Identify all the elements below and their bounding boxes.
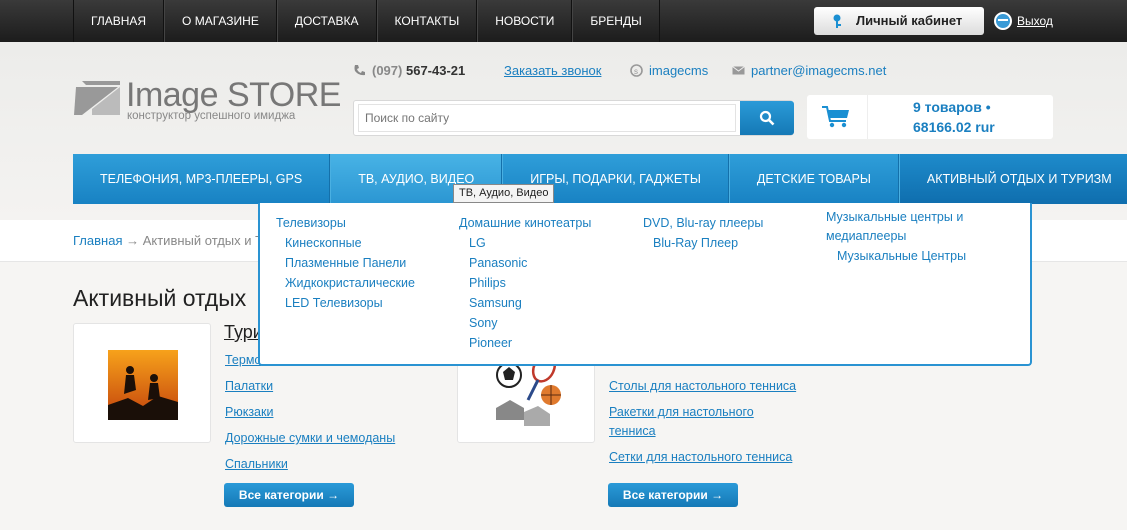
dropdown-item[interactable]: Sony	[469, 316, 498, 330]
cart-sum: 68166.02 rur	[913, 119, 995, 135]
nav-tooltip: ТВ, Аудио, Видео	[453, 184, 555, 203]
topnav-news[interactable]: НОВОСТИ	[477, 0, 573, 42]
dropdown-heading[interactable]: Домашние кинотеатры	[459, 216, 591, 230]
cart-widget[interactable]: 9 товаров • 68166.02 rur	[807, 95, 1053, 139]
dropdown-item[interactable]: Pioneer	[469, 336, 512, 350]
key-icon	[833, 14, 841, 28]
subcat-link[interactable]: Термо	[225, 353, 261, 367]
phone-code: (097)	[372, 63, 403, 78]
email-label: partner@imagecms.net	[751, 63, 887, 78]
topnav-about[interactable]: О МАГАЗИНЕ	[164, 0, 277, 42]
cabinet-label: Личный кабинет	[856, 13, 963, 28]
cart-divider	[867, 95, 868, 139]
topnav-brands[interactable]: БРЕНДЫ	[572, 0, 660, 42]
subcat-link[interactable]: Дорожные сумки и чемоданы	[225, 431, 395, 445]
search-icon	[759, 110, 775, 126]
skype-label: imagecms	[649, 63, 709, 78]
search-input[interactable]	[358, 104, 736, 132]
dropdown-heading-continued[interactable]: медиаплееры	[826, 229, 906, 243]
page-title: Активный отдых	[73, 285, 247, 311]
subcat-link[interactable]: Спальники	[225, 457, 288, 471]
skype-contact[interactable]: s imagecms	[630, 63, 708, 81]
subcat-link-continued[interactable]: тенниса	[609, 424, 656, 438]
subcat-link[interactable]: Столы для настольного тенниса	[609, 379, 796, 393]
dropdown-heading[interactable]: Музыкальные центры и	[826, 210, 963, 224]
breadcrumb-home[interactable]: Главная	[73, 233, 122, 248]
phone-icon	[354, 65, 365, 76]
dropdown-menu-tv: Телевизоры Кинескопные Плазменные Панели…	[258, 203, 1032, 366]
phone: (097) 567-43-21	[353, 63, 465, 81]
mail-icon	[732, 66, 745, 75]
dropdown-heading[interactable]: DVD, Blu-ray плееры	[643, 216, 763, 230]
subcat-link[interactable]: Рюкзаки	[225, 405, 273, 419]
all-categories-button[interactable]: Все категории →	[608, 483, 738, 507]
topnav-home[interactable]: ГЛАВНАЯ	[73, 0, 165, 42]
dropdown-item[interactable]: Музыкальные Центры	[837, 249, 966, 263]
cart-icon	[822, 106, 849, 128]
phone-number: 567-43-21	[405, 63, 466, 78]
logo[interactable]: Image STORE конструктор успешного имиджа	[72, 76, 341, 126]
all-categories-button[interactable]: Все категории →	[224, 483, 354, 507]
topnav-contacts[interactable]: КОНТАКТЫ	[376, 0, 478, 42]
logout-label: Выход	[1017, 14, 1053, 28]
dropdown-item[interactable]: Samsung	[469, 296, 522, 310]
nav-kids[interactable]: ДЕТСКИЕ ТОВАРЫ	[728, 154, 899, 204]
breadcrumb: Главная → Активный отдых и Т	[73, 233, 263, 248]
dropdown-item[interactable]: Panasonic	[469, 256, 527, 270]
cart-count: 9 товаров •	[913, 99, 991, 115]
dropdown-item[interactable]: Blu-Ray Плеер	[653, 236, 738, 250]
dropdown-heading[interactable]: Телевизоры	[276, 216, 346, 230]
subcat-link[interactable]: Ракетки для настольного	[609, 405, 754, 419]
hikers-image	[108, 350, 178, 420]
subcat-link[interactable]: Палатки	[225, 379, 273, 393]
top-nav: ГЛАВНАЯ О МАГАЗИНЕ ДОСТАВКА КОНТАКТЫ НОВ…	[73, 0, 660, 42]
personal-cabinet-button[interactable]: Личный кабинет	[814, 7, 984, 35]
nav-active-rest[interactable]: АКТИВНЫЙ ОТДЫХ И ТУРИЗМ	[898, 154, 1127, 204]
dropdown-item[interactable]: LED Телевизоры	[285, 296, 383, 310]
top-bar: ГЛАВНАЯ О МАГАЗИНЕ ДОСТАВКА КОНТАКТЫ НОВ…	[0, 0, 1127, 42]
search-button[interactable]	[740, 101, 794, 135]
logo-mark-icon	[74, 81, 120, 115]
callback-link[interactable]: Заказать звонок	[504, 63, 601, 81]
subcat-link[interactable]: Сетки для настольного тенниса	[609, 450, 792, 464]
dropdown-item[interactable]: LG	[469, 236, 486, 250]
skype-icon: s	[630, 64, 643, 77]
nav-telephony[interactable]: ТЕЛЕФОНИЯ, MP3-ПЛЕЕРЫ, GPS	[73, 154, 331, 204]
main-nav: ТЕЛЕФОНИЯ, MP3-ПЛЕЕРЫ, GPS ТВ, АУДИО, ВИ…	[73, 154, 1127, 204]
category-image-tourism[interactable]	[73, 323, 211, 443]
logo-tagline: конструктор успешного имиджа	[127, 110, 296, 122]
dropdown-item[interactable]: Жидкокристалические	[285, 276, 415, 290]
dropdown-item[interactable]: Плазменные Панели	[285, 256, 406, 270]
logout-icon	[994, 12, 1012, 30]
breadcrumb-current: → Активный отдых и Т	[126, 233, 264, 248]
topnav-delivery[interactable]: ДОСТАВКА	[276, 0, 377, 42]
dropdown-item[interactable]: Philips	[469, 276, 506, 290]
email-contact[interactable]: partner@imagecms.net	[732, 63, 886, 81]
search-box	[353, 100, 794, 136]
svg-text:s: s	[634, 67, 638, 76]
dropdown-item[interactable]: Кинескопные	[285, 236, 362, 250]
